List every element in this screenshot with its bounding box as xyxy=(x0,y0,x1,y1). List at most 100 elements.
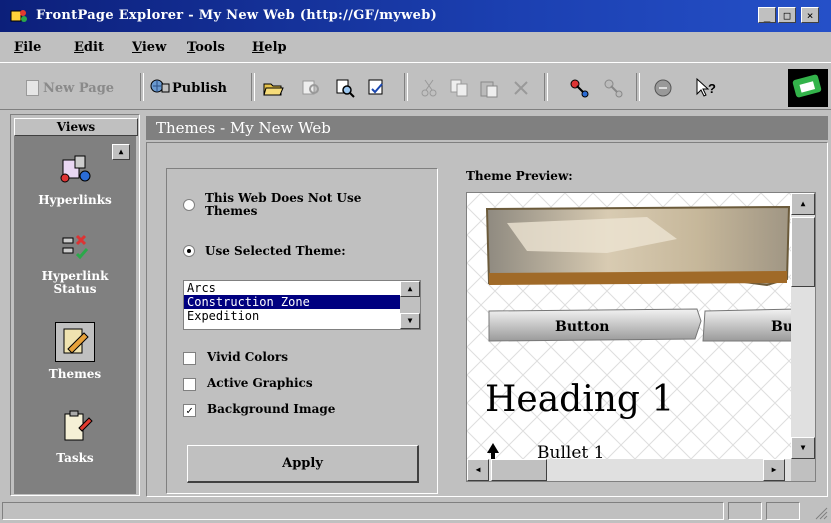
content-title: Themes - My New Web xyxy=(146,116,828,140)
new-page-button[interactable]: New Page xyxy=(26,77,114,99)
resize-grip-icon[interactable] xyxy=(812,504,828,520)
up-arrow-icon: ▲ xyxy=(407,284,413,293)
toolbar-separator xyxy=(404,73,408,101)
view-tasks[interactable]: Tasks xyxy=(14,408,136,465)
down-arrow-icon: ▼ xyxy=(800,443,806,452)
hyperlinks-view-icon[interactable] xyxy=(568,77,590,99)
frontpage-app-icon[interactable] xyxy=(10,8,28,24)
status-text-panel xyxy=(2,502,724,520)
themes-icon xyxy=(55,322,95,362)
apply-button[interactable]: Apply xyxy=(187,445,419,483)
copy-icon[interactable] xyxy=(448,77,470,99)
vivid-colors-label: Vivid Colors xyxy=(207,350,288,364)
vivid-colors-checkbox[interactable] xyxy=(183,352,196,365)
title-bar[interactable]: FrontPage Explorer - My New Web (http://… xyxy=(0,0,831,32)
menu-edit[interactable]: Edit xyxy=(74,40,104,55)
stop-icon[interactable] xyxy=(652,77,674,99)
menu-tools[interactable]: Tools xyxy=(187,40,225,55)
new-page-label: New Page xyxy=(43,80,115,96)
find-icon[interactable] xyxy=(334,77,356,99)
preview-heading: Heading 1 xyxy=(485,379,675,420)
view-hyperlinks-label: Hyperlinks xyxy=(38,193,112,207)
hyperlink-status-icon xyxy=(55,226,95,266)
menu-help[interactable]: Help xyxy=(252,40,287,55)
publish-label: Publish xyxy=(172,80,227,96)
menu-file[interactable]: File xyxy=(14,40,41,55)
preview-scroll-down-button[interactable]: ▼ xyxy=(791,437,815,459)
preview-button-label-2: Bu xyxy=(771,319,794,335)
menu-file-label: ile xyxy=(23,40,42,55)
menu-tools-label: ools xyxy=(195,40,225,55)
paste-icon[interactable] xyxy=(478,77,500,99)
preview-scroll-left-button[interactable]: ◀ xyxy=(467,459,489,481)
preview-scroll-right-button[interactable]: ▶ xyxy=(763,459,785,481)
preview-vertical-scrollbar[interactable]: ▲ ▼ xyxy=(791,193,815,459)
preview-background xyxy=(467,193,815,481)
menu-file-key: F xyxy=(14,40,24,55)
theme-list-item-selected[interactable]: Construction Zone xyxy=(184,295,420,309)
background-image-label: Background Image xyxy=(207,402,336,416)
toolbar-separator xyxy=(544,73,548,101)
menu-view-label: iew xyxy=(141,40,167,55)
view-tasks-label: Tasks xyxy=(56,451,94,465)
down-arrow-icon: ▼ xyxy=(407,316,413,325)
scrollbar-corner xyxy=(791,459,815,481)
menu-view[interactable]: View xyxy=(132,40,166,55)
preview-button-label: Button xyxy=(555,319,610,335)
close-button[interactable]: × xyxy=(801,7,819,23)
theme-listbox[interactable]: Arcs Construction Zone Expedition ▲ ▼ xyxy=(183,280,421,330)
maximize-button[interactable]: □ xyxy=(778,7,796,23)
toolbar-separator xyxy=(251,73,255,101)
maximize-icon: □ xyxy=(783,9,791,22)
spelling-icon[interactable] xyxy=(366,77,388,99)
help-pointer-icon[interactable]: ? xyxy=(694,77,716,99)
theme-list-scrollbar[interactable]: ▲ ▼ xyxy=(400,281,420,329)
view-themes[interactable]: Themes xyxy=(14,322,136,381)
views-header: Views xyxy=(14,118,138,136)
background-image-checkbox[interactable]: ✓ xyxy=(183,404,196,417)
menu-edit-key: E xyxy=(74,40,84,55)
up-arrow-icon: ▲ xyxy=(800,199,806,208)
preview-horizontal-scrollbar[interactable]: ◀ ▶ xyxy=(467,459,791,481)
publish-icon xyxy=(150,78,170,98)
menu-help-key: H xyxy=(252,40,265,55)
status-panel xyxy=(728,502,762,520)
use-selected-theme-label: Use Selected Theme: xyxy=(205,244,346,258)
no-theme-radio[interactable] xyxy=(183,199,195,211)
svg-text:?: ? xyxy=(708,81,716,96)
view-hyperlinks[interactable]: Hyperlinks xyxy=(14,148,136,207)
cut-icon[interactable] xyxy=(418,77,440,99)
theme-list-item[interactable]: Arcs xyxy=(184,281,420,295)
preview-scroll-up-button[interactable]: ▲ xyxy=(791,193,815,215)
right-arrow-icon: ▶ xyxy=(771,465,777,474)
menu-edit-label: dit xyxy=(83,40,104,55)
hyperlinks-icon xyxy=(55,148,95,188)
view-hyperlink-status-label: Hyperlink Status xyxy=(41,269,109,296)
apply-label: Apply xyxy=(282,456,323,471)
check-mark-icon: ✓ xyxy=(186,404,193,417)
menu-tools-key: T xyxy=(187,40,196,55)
list-scroll-up-button[interactable]: ▲ xyxy=(400,281,420,297)
publish-button[interactable]: Publish xyxy=(150,77,227,99)
open-folder-icon[interactable] xyxy=(262,77,284,99)
preview-horizontal-thumb[interactable] xyxy=(491,459,547,481)
view-themes-label: Themes xyxy=(48,367,102,381)
minimize-button[interactable]: _ xyxy=(758,7,776,23)
left-arrow-icon: ◀ xyxy=(475,465,481,474)
cross-file-find-icon[interactable] xyxy=(300,77,322,99)
menu-view-key: V xyxy=(132,40,142,55)
theme-list-item[interactable]: Expedition xyxy=(184,309,420,323)
view-hyperlink-status[interactable]: Hyperlink Status xyxy=(14,226,136,296)
use-selected-theme-radio[interactable] xyxy=(183,245,195,257)
active-graphics-checkbox[interactable] xyxy=(183,378,196,391)
active-graphics-label: Active Graphics xyxy=(207,376,313,390)
toolbar-separator xyxy=(140,73,144,101)
close-icon: × xyxy=(806,9,814,22)
delete-icon[interactable] xyxy=(510,77,532,99)
hyperlinks-inside-page-icon[interactable] xyxy=(602,77,624,99)
menu-help-label: elp xyxy=(264,40,287,55)
theme-preview-label: Theme Preview: xyxy=(466,169,573,183)
list-scroll-down-button[interactable]: ▼ xyxy=(400,313,420,329)
theme-preview: Button Bu Heading 1 Bullet 1 ▲ ▼ ◀ ▶ xyxy=(466,192,816,482)
preview-vertical-thumb[interactable] xyxy=(791,217,815,287)
